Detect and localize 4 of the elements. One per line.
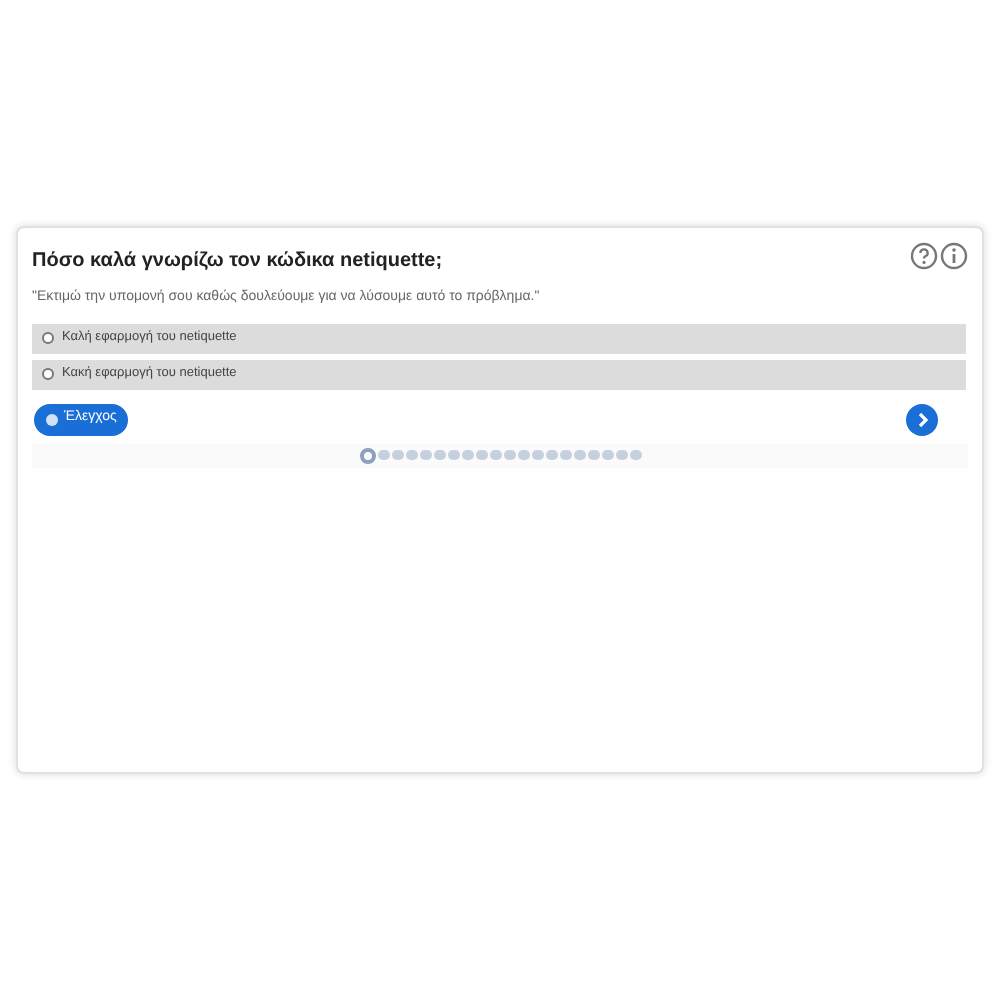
question-title: Πόσο καλά γνωρίζω τον κώδικα netiquette; [32, 248, 443, 276]
help-icon[interactable] [910, 242, 938, 270]
next-button[interactable] [906, 403, 938, 435]
info-icon[interactable] [940, 242, 968, 270]
